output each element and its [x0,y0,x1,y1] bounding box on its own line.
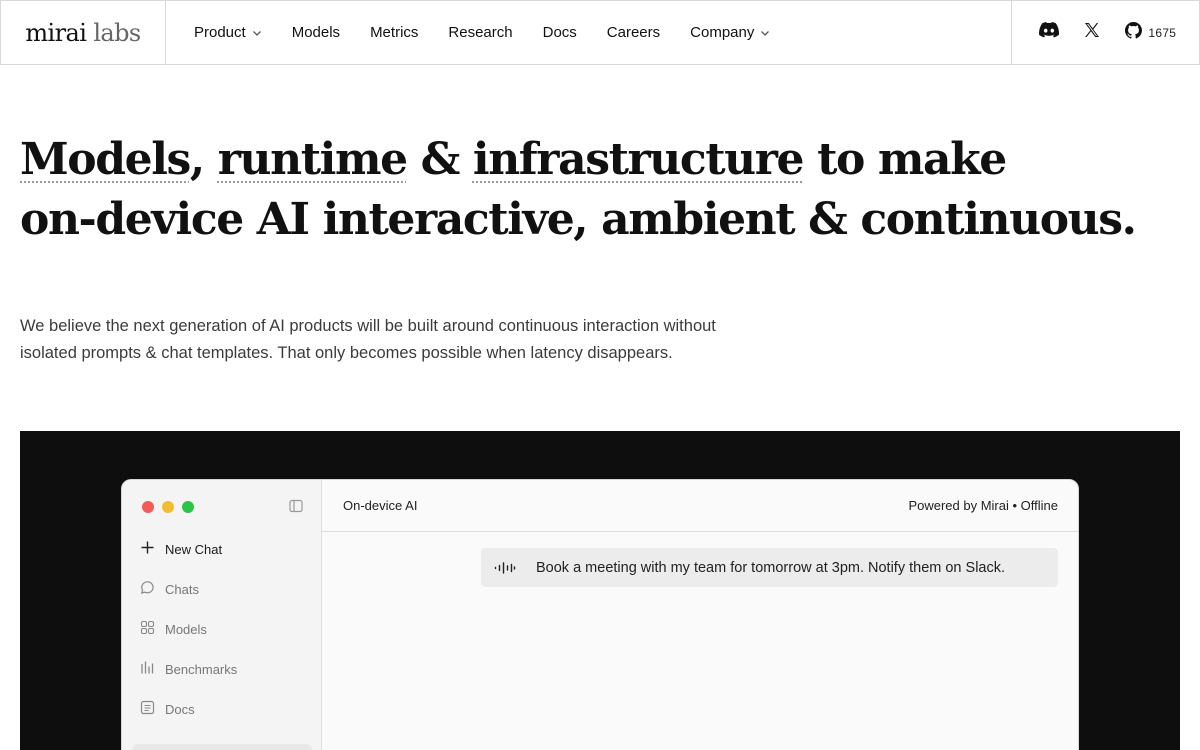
sidebar-bottom-card[interactable] [132,744,312,750]
description-line-1: We believe the next generation of AI pro… [20,317,716,335]
nav-item-research[interactable]: Research [448,24,512,41]
chevron-down-icon [252,28,262,38]
sidebar-item-chats[interactable]: Chats [140,580,199,598]
headline-link-runtime[interactable]: runtime [218,134,408,185]
brand-logo[interactable]: mirai labs [25,18,141,47]
demo-status: Powered by Mirai • Offline [908,498,1058,513]
github-icon [1125,21,1143,44]
nav-label: Careers [606,24,661,41]
hero-description: We believe the next generation of AI pro… [20,313,820,367]
user-message-bubble: Book a meeting with my team for tomorrow… [481,548,1058,587]
nav-item-docs[interactable]: Docs [543,24,577,41]
grid-icon [140,620,155,638]
document-icon [140,700,155,718]
audio-wave-icon [494,561,516,574]
brand-name-primary: mirai [25,18,87,47]
headline-text: to make [803,134,1007,185]
maximize-window-button[interactable] [182,501,194,513]
sidebar-item-models[interactable]: Models [140,620,207,638]
window-controls [142,501,194,513]
demo-title: On-device AI [343,498,418,513]
demo-main-panel: On-device AI Powered by Mirai • Offline … [322,480,1078,750]
nav-item-metrics[interactable]: Metrics [370,24,418,41]
minimize-window-button[interactable] [162,501,174,513]
discord-icon [1038,22,1059,43]
social-links: 1675 [1011,1,1199,64]
user-message-text: Book a meeting with my team for tomorrow… [536,559,1006,576]
x-link[interactable] [1084,22,1100,43]
nav-label: Product [194,24,246,41]
logo-cell: mirai labs [1,1,166,64]
headline-link-models[interactable]: Models [20,134,191,185]
demo-showcase: New Chat Chats Models Benchmarks Docs On… [20,431,1180,750]
nav-label: Models [291,24,341,41]
sidebar-item-label: Benchmarks [165,661,238,677]
nav-label: Company [690,24,755,41]
github-link[interactable]: 1675 [1125,21,1177,44]
sidebar-item-label: Docs [165,701,195,717]
plus-icon [140,540,155,558]
bar-chart-icon [140,660,155,678]
nav-item-company[interactable]: Company [690,24,770,41]
close-window-button[interactable] [142,501,154,513]
chevron-down-icon [760,28,770,38]
new-chat-button[interactable]: New Chat [140,540,222,558]
top-nav: mirai labs Product Models Metrics Resear… [0,0,1200,65]
headline-line-2: on-device AI interactive, ambient & cont… [20,194,1137,245]
chat-bubble-icon [140,580,155,598]
description-line-2: isolated prompts & chat templates. That … [20,344,673,362]
main-menu: Product Models Metrics Research Docs Car… [166,1,1011,64]
nav-label: Docs [542,24,577,41]
sidebar-item-label: Chats [165,581,199,597]
sidebar-toggle-icon[interactable] [289,499,303,518]
hero-headline: Models, runtime & infrastructure to make… [20,130,1180,250]
discord-link[interactable] [1038,22,1059,43]
nav-label: Research [448,24,513,41]
nav-label: Metrics [370,24,419,41]
demo-app-window: New Chat Chats Models Benchmarks Docs On… [121,479,1079,750]
headline-text: , [189,134,218,185]
brand-name-secondary: labs [93,18,141,47]
sidebar-item-benchmarks[interactable]: Benchmarks [140,660,237,678]
nav-item-careers[interactable]: Careers [607,24,660,41]
nav-item-product[interactable]: Product [194,24,262,41]
demo-header: On-device AI Powered by Mirai • Offline [322,480,1078,532]
sidebar-item-label: Models [165,621,207,637]
headline-text: & [406,134,473,185]
github-star-count: 1675 [1148,25,1177,40]
nav-item-models[interactable]: Models [292,24,340,41]
demo-sidebar: New Chat Chats Models Benchmarks Docs [122,480,322,750]
sidebar-item-docs[interactable]: Docs [140,700,195,718]
x-icon [1084,22,1100,43]
headline-link-infrastructure[interactable]: infrastructure [473,134,805,185]
new-chat-label: New Chat [165,541,223,557]
